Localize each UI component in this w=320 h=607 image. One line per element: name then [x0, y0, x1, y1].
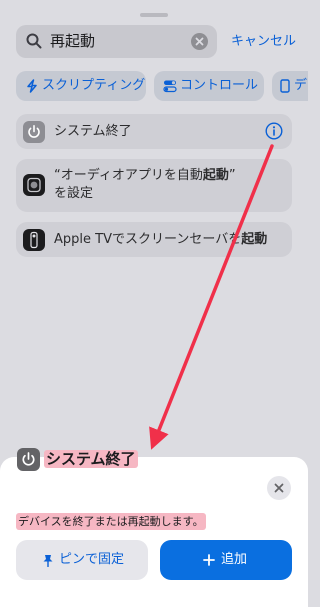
close-icon[interactable] — [267, 476, 291, 500]
add-label: 追加 — [221, 552, 248, 567]
pin-icon — [43, 555, 53, 567]
sheet-description: デバイスを終了または再起動します。 — [16, 513, 206, 530]
pin-button[interactable]: ピンで固定 — [16, 540, 148, 580]
sheet-title: システム終了 — [44, 450, 138, 468]
power-icon — [17, 448, 40, 471]
add-button[interactable]: 追加 — [160, 540, 292, 580]
pin-label: ピンで固定 — [59, 552, 125, 567]
plus-icon — [203, 554, 215, 566]
action-detail-sheet — [0, 457, 308, 607]
